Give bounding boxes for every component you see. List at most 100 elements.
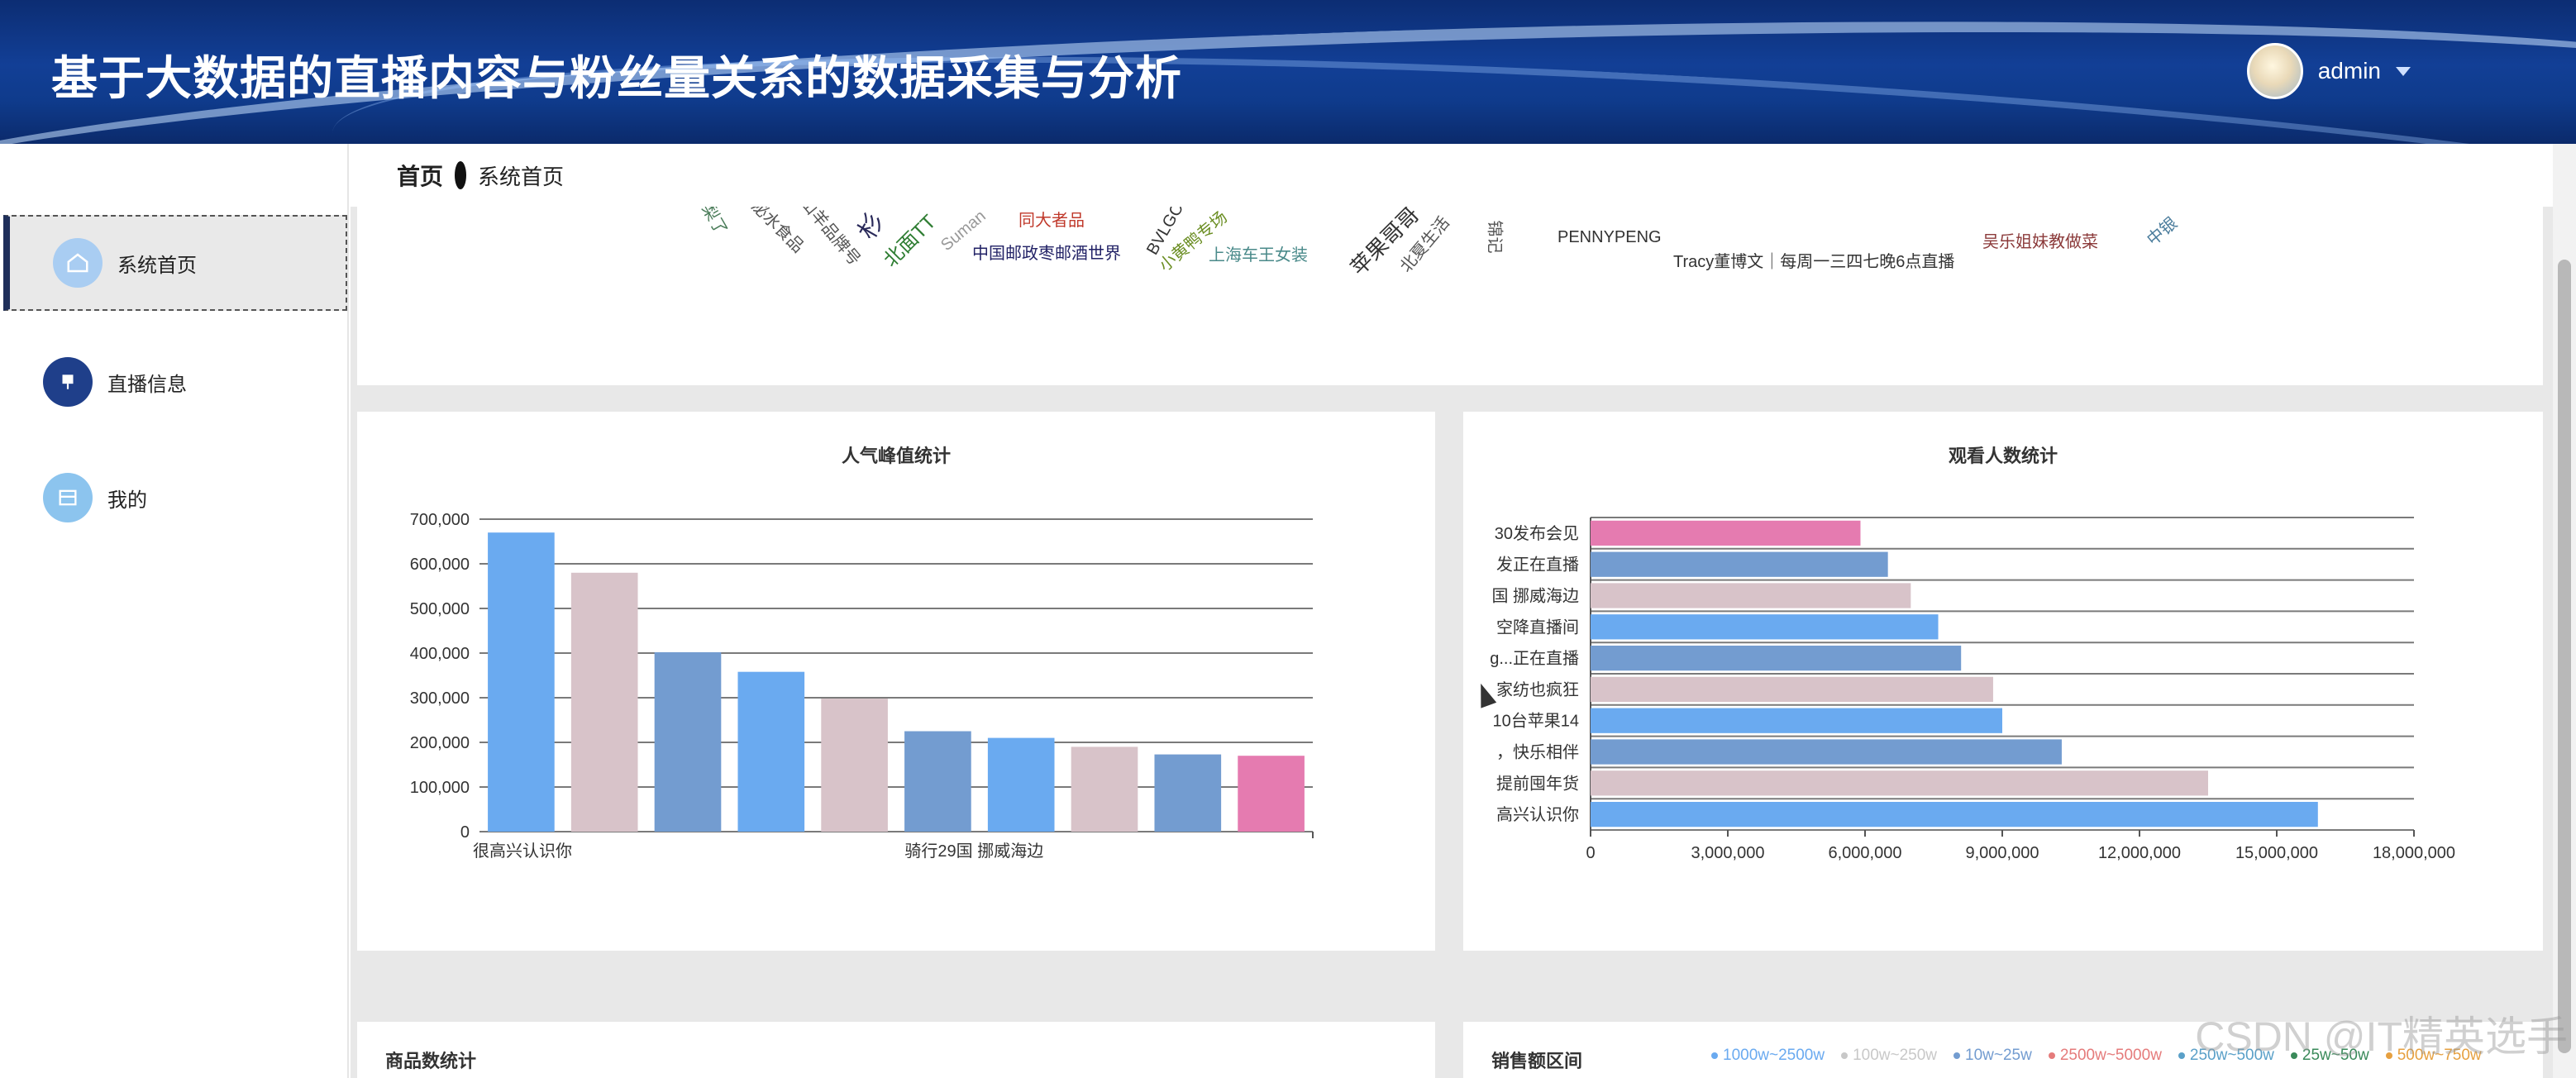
- x-tick-label: 9,000,000: [1966, 844, 2039, 862]
- legend-dot-icon: [1953, 1052, 1961, 1059]
- y-tick-label: 300,000: [410, 689, 470, 708]
- y-tick-label: 10台苹果14: [1493, 712, 1580, 731]
- profile-icon: [43, 473, 93, 522]
- bar: [1238, 756, 1305, 832]
- username[interactable]: admin: [2318, 58, 2381, 84]
- legend-dot-icon: [2178, 1052, 2185, 1059]
- y-tick-label: ，快乐相伴: [1496, 743, 1579, 762]
- chart-title: 销售额区间: [1491, 1051, 1583, 1071]
- app-title: 基于大数据的直播内容与粉丝量关系的数据采集与分析: [51, 52, 1182, 104]
- sidebar-item-label: 我的: [107, 489, 147, 512]
- bar: [654, 651, 722, 832]
- watermark: CSDN @IT精英选手: [2195, 1014, 2568, 1060]
- legend-dot-icon: [1711, 1052, 1718, 1059]
- x-tick-label: 6,000,000: [1829, 844, 1902, 862]
- x-tick-label: 12,000,000: [2098, 844, 2181, 862]
- breadcrumb: 首页 系统首页: [351, 144, 2553, 207]
- viewers-chart-card: 观看人数统计 0 3,000,000 6,000,000 9,000,000 12,00…: [1463, 412, 2543, 951]
- legend-item[interactable]: 100w~250w: [1841, 1047, 1937, 1065]
- y-tick-label: 200,000: [410, 734, 470, 752]
- legend-label: 1000w~2500w: [1723, 1047, 1825, 1064]
- chart-title: 商品数统计: [385, 1051, 477, 1071]
- bar: [1591, 614, 1939, 640]
- legend-label: 10w~25w: [1965, 1047, 2032, 1064]
- x-tick-label: 很高兴认识你: [473, 842, 572, 861]
- y-tick-label: 高兴认识你: [1496, 805, 1579, 824]
- breadcrumb-current: 系统首页: [478, 164, 565, 189]
- y-tick-label: 国 挪威海边: [1491, 587, 1579, 606]
- y-tick-label: g...正在直播: [1490, 649, 1579, 668]
- wordcloud-word: 锦记: [1485, 220, 1504, 254]
- y-tick-label: 100,000: [410, 779, 470, 797]
- bar: [1591, 801, 2318, 828]
- bar: [1591, 583, 1911, 608]
- sidebar-item-profile[interactable]: 我的: [0, 450, 347, 546]
- y-tick-label: 提前囤年货: [1496, 774, 1579, 793]
- breadcrumb-home[interactable]: 首页: [397, 159, 443, 192]
- bar: [1591, 520, 1861, 546]
- bar: [904, 731, 971, 832]
- popularity-chart-card: 人气峰值统计 0 100,000 200,000 300,000 400,000 500,…: [357, 412, 1435, 951]
- x-tick-label: 18,000,000: [2373, 844, 2455, 862]
- app-header: 基于大数据的直播内容与粉丝量关系的数据采集与分析 admin: [0, 0, 2576, 144]
- bar: [1591, 708, 2002, 733]
- bar: [1591, 551, 1888, 577]
- live-icon: [43, 357, 93, 407]
- y-tick-label: 0: [460, 823, 470, 842]
- viewers-bar-chart: 0 3,000,000 6,000,000 9,000,000 12,000,000 15…: [1490, 517, 2455, 862]
- sidebar: 系统首页 直播信息 我的: [0, 144, 349, 1078]
- breadcrumb-separator: [455, 161, 467, 189]
- y-tick-label: 500,000: [410, 600, 470, 618]
- sidebar-item-live[interactable]: 直播信息: [0, 334, 347, 430]
- bar: [488, 532, 555, 832]
- sidebar-item-label: 系统首页: [117, 254, 197, 277]
- avatar[interactable]: [2246, 43, 2303, 99]
- y-tick-label: 700,000: [410, 511, 470, 529]
- home-icon: [53, 238, 103, 288]
- wordcloud-word: 梨了: [698, 207, 731, 239]
- scrollbar-thumb[interactable]: [2558, 260, 2571, 1053]
- x-tick-label: 0: [1586, 844, 1595, 862]
- wordcloud-word: Tracy董博文｜每周一三四七晚6点直播: [1673, 253, 1955, 271]
- bar: [1154, 754, 1222, 832]
- legend-label: 2500w~5000w: [2059, 1047, 2162, 1064]
- vertical-scrollbar[interactable]: [2553, 144, 2576, 1078]
- user-menu[interactable]: admin: [2246, 43, 2411, 99]
- legend-item[interactable]: 1000w~2500w: [1711, 1047, 1825, 1065]
- chevron-down-icon[interactable]: [2396, 66, 2411, 76]
- y-tick-label: 家纺也疯狂: [1496, 680, 1579, 699]
- legend-dot-icon: [2048, 1052, 2055, 1059]
- legend-item[interactable]: 10w~25w: [1953, 1047, 2032, 1065]
- wordcloud-word: PENNYPENG: [1558, 228, 1662, 246]
- bar: [1591, 739, 2062, 765]
- bar: [1071, 746, 1138, 832]
- wordcloud-card: 梨了 泌水食品 山羊品牌号 杉 北面TT Suman 同大者品 中国邮政枣邮酒世…: [357, 207, 2543, 385]
- y-tick-label: 30发布会见: [1495, 524, 1579, 543]
- legend-dot-icon: [1841, 1052, 1849, 1059]
- bar: [737, 671, 805, 832]
- x-tick-label: 骑行29国 挪威海边: [904, 842, 1043, 861]
- bar: [987, 737, 1055, 832]
- y-tick-label: 空降直播间: [1496, 618, 1579, 637]
- bar: [570, 572, 638, 832]
- legend-item[interactable]: 2500w~5000w: [2048, 1047, 2162, 1065]
- x-tick-label: 15,000,000: [2235, 844, 2318, 862]
- sidebar-item-label: 直播信息: [107, 373, 187, 396]
- bar: [1591, 770, 2208, 796]
- wordcloud-word: 中国邮政枣邮酒世界: [972, 245, 1121, 263]
- y-tick-label: 600,000: [410, 556, 470, 574]
- wordcloud-word: 同大者品: [1018, 212, 1085, 230]
- bar: [821, 699, 888, 832]
- y-tick-label: 400,000: [410, 645, 470, 663]
- wordcloud-word: 中银: [2144, 214, 2181, 250]
- sidebar-item-home[interactable]: 系统首页: [3, 215, 347, 311]
- bar: [1591, 676, 1993, 703]
- wordcloud-word: 上海车王女装: [1209, 246, 1308, 265]
- wordcloud-word: 吴乐姐妹教做菜: [1982, 233, 2098, 251]
- x-tick-label: 3,000,000: [1691, 844, 1765, 862]
- wordcloud-word: 北面TT: [879, 210, 941, 272]
- y-tick-label: 发正在直播: [1496, 556, 1579, 575]
- legend-label: 100w~250w: [1853, 1047, 1938, 1064]
- bar: [1591, 645, 1962, 671]
- popularity-bar-chart: 0 100,000 200,000 300,000 400,000 500,000 600,…: [410, 511, 1314, 861]
